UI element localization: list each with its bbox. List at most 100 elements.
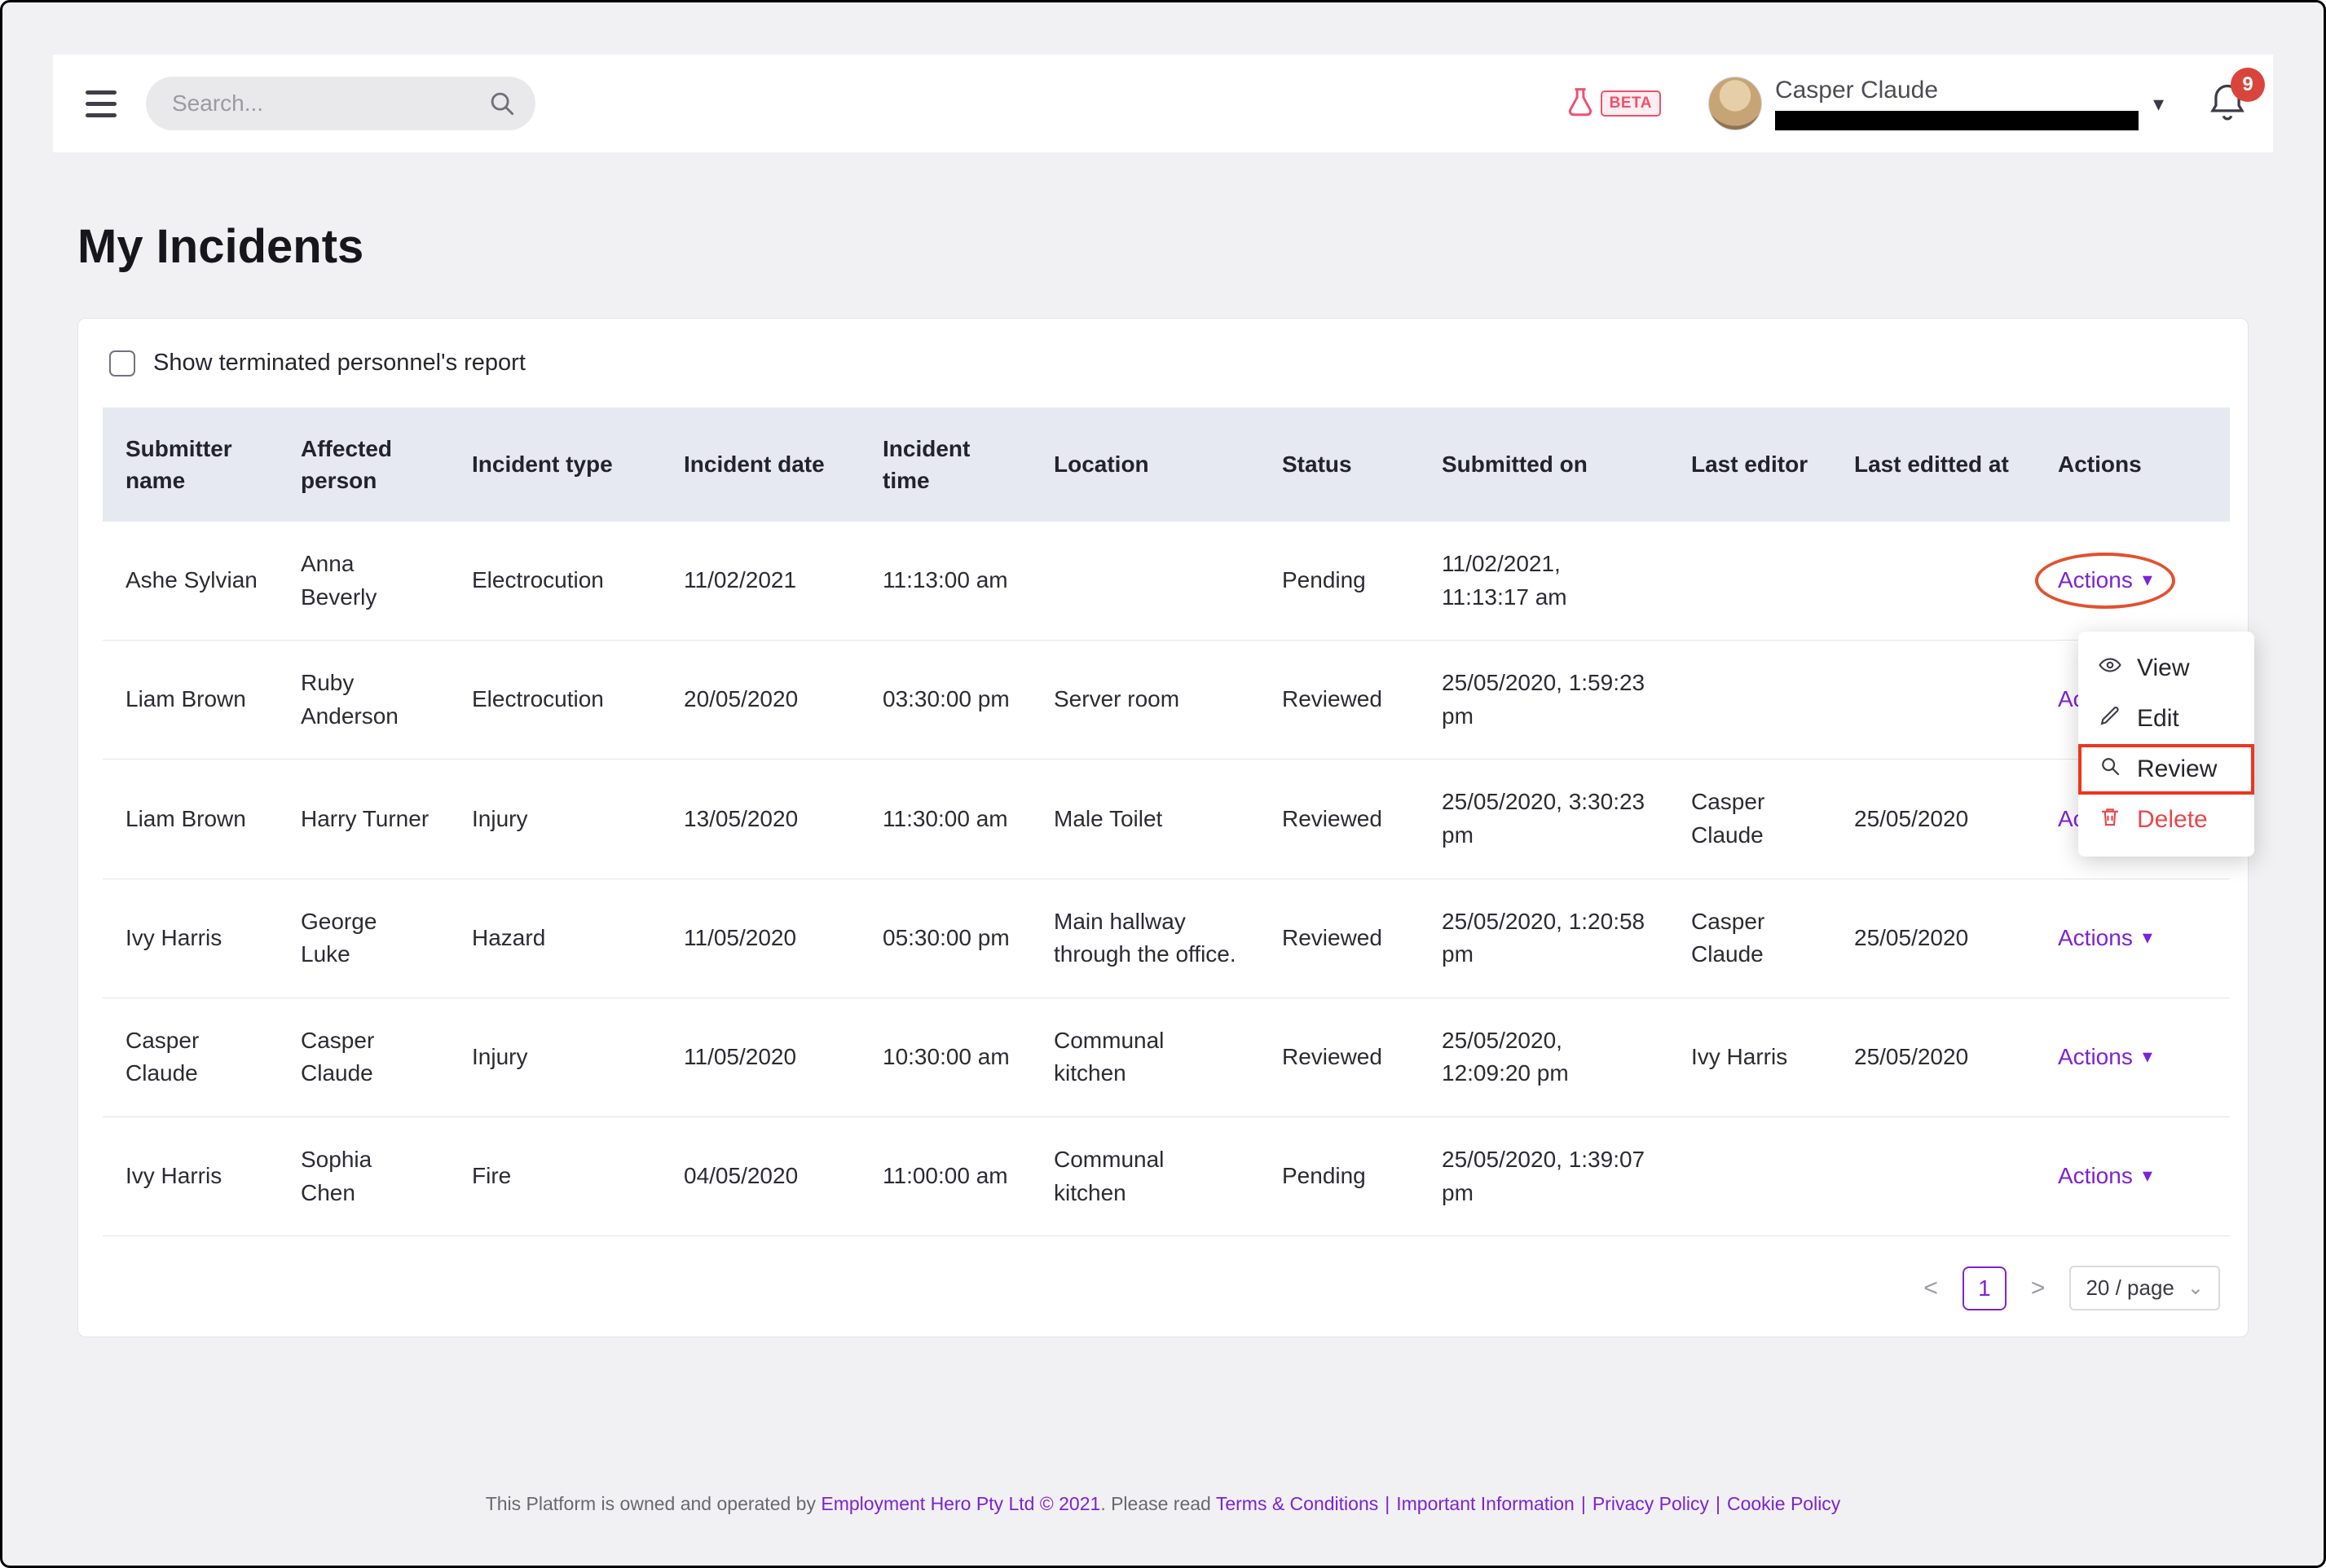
footer-separator: | xyxy=(1716,1493,1720,1514)
cell-submitter-name: Casper Claude xyxy=(103,998,278,1117)
show-terminated-label: Show terminated personnel's report xyxy=(153,350,526,377)
cell-incident-type: Electrocution xyxy=(449,522,661,641)
top-bar: BETA Casper Claude ▾ 9 xyxy=(53,55,2273,152)
menu-item-view[interactable]: View xyxy=(2078,643,2254,694)
show-terminated-row: Show terminated personnel's report xyxy=(109,350,2223,377)
actions-dropdown-menu: View Edit Review xyxy=(2078,632,2254,857)
footer-link-important[interactable]: Important Information xyxy=(1396,1493,1575,1514)
cell-status: Reviewed xyxy=(1259,641,1419,760)
cell-submitted-on: 25/05/2020, 12:09:20 pm xyxy=(1419,998,1668,1117)
cell-status: Pending xyxy=(1259,522,1419,641)
chevron-down-icon[interactable]: ▾ xyxy=(2153,91,2164,117)
next-page-button[interactable]: > xyxy=(2026,1275,2051,1302)
actions-button[interactable]: Actions ▾ xyxy=(2058,922,2152,955)
bell-icon xyxy=(2206,112,2249,126)
show-terminated-checkbox[interactable] xyxy=(109,350,135,377)
cell-submitted-on: 25/05/2020, 1:39:07 pm xyxy=(1419,1117,1668,1235)
cell-affected-person: George Luke xyxy=(278,879,449,998)
search-box xyxy=(146,77,535,130)
table-row: Ivy Harris George Luke Hazard 11/05/2020… xyxy=(103,879,2230,998)
caret-down-icon: ▾ xyxy=(2143,1162,2152,1191)
col-last-edited-at: Last editted at xyxy=(1831,407,2035,522)
cell-affected-person: Anna Beverly xyxy=(278,522,449,641)
page-size-select[interactable]: 20 / page ⌄ xyxy=(2069,1266,2220,1310)
cell-submitted-on: 25/05/2020, 1:20:58 pm xyxy=(1419,879,1668,998)
table-row: Ivy Harris Sophia Chen Fire 04/05/2020 1… xyxy=(103,1117,2230,1235)
col-submitter-name: Submitter name xyxy=(103,407,278,522)
menu-item-delete[interactable]: Delete xyxy=(2078,795,2254,845)
footer-link-company[interactable]: Employment Hero Pty Ltd © 2021 xyxy=(821,1493,1100,1514)
menu-item-review[interactable]: Review xyxy=(2078,744,2254,795)
redacted-text xyxy=(1775,111,2139,130)
footer-link-cookie[interactable]: Cookie Policy xyxy=(1727,1493,1840,1514)
page-number-button[interactable]: 1 xyxy=(1963,1266,2007,1310)
cell-location: Male Toilet xyxy=(1031,760,1259,879)
footer-separator: | xyxy=(1581,1493,1586,1514)
cell-last-editor: Ivy Harris xyxy=(1668,998,1831,1117)
table-row: Liam Brown Ruby Anderson Electrocution 2… xyxy=(103,641,2230,760)
cell-incident-date: 20/05/2020 xyxy=(661,641,860,760)
col-incident-date: Incident date xyxy=(661,407,860,522)
cell-location: Communal kitchen xyxy=(1031,1117,1259,1235)
actions-button[interactable]: Actions ▾ xyxy=(2058,1160,2152,1193)
select-caret-icon: ⌄ xyxy=(2187,1276,2204,1300)
user-block[interactable]: Casper Claude xyxy=(1775,77,2139,130)
cell-last-editor: Casper Claude xyxy=(1668,760,1831,879)
app-window: BETA Casper Claude ▾ 9 My Incidents Show… xyxy=(0,0,2326,1568)
cell-location xyxy=(1031,522,1259,641)
cell-incident-time: 11:00:00 am xyxy=(860,1117,1031,1235)
table-row: Ashe Sylvian Anna Beverly Electrocution … xyxy=(103,522,2230,641)
menu-item-edit[interactable]: Edit xyxy=(2078,694,2254,744)
cell-status: Reviewed xyxy=(1259,760,1419,879)
cell-submitted-on: 25/05/2020, 3:30:23 pm xyxy=(1419,760,1668,879)
beta-feature-toggle[interactable]: BETA xyxy=(1563,85,1661,123)
table-header-row: Submitter name Affected person Incident … xyxy=(103,407,2230,522)
caret-down-icon: ▾ xyxy=(2143,924,2152,953)
incidents-card: Show terminated personnel's report Submi… xyxy=(77,318,2249,1337)
incidents-table: Submitter name Affected person Incident … xyxy=(103,407,2230,1236)
hamburger-menu-icon[interactable] xyxy=(81,86,121,122)
cell-submitter-name: Liam Brown xyxy=(103,641,278,760)
actions-button[interactable]: Actions ▾ xyxy=(2058,564,2152,597)
col-location: Location xyxy=(1031,407,1259,522)
footer-link-privacy[interactable]: Privacy Policy xyxy=(1593,1493,1709,1514)
flask-icon xyxy=(1563,85,1597,123)
cell-last-editor xyxy=(1668,1117,1831,1235)
prev-page-button[interactable]: < xyxy=(1919,1275,1943,1302)
col-incident-type: Incident type xyxy=(449,407,661,522)
pagination: < 1 > 20 / page ⌄ xyxy=(103,1266,2223,1310)
cell-last-editor: Casper Claude xyxy=(1668,879,1831,998)
eye-icon xyxy=(2098,653,2122,684)
page-title: My Incidents xyxy=(77,219,2324,274)
user-name: Casper Claude xyxy=(1775,77,2139,104)
footer-link-terms[interactable]: Terms & Conditions xyxy=(1216,1493,1378,1514)
notifications-button[interactable]: 9 xyxy=(2206,81,2249,127)
cell-affected-person: Casper Claude xyxy=(278,998,449,1117)
cell-last-editor xyxy=(1668,522,1831,641)
cell-submitter-name: Ivy Harris xyxy=(103,1117,278,1235)
cell-incident-time: 11:30:00 am xyxy=(860,760,1031,879)
cell-last-edited-at: 25/05/2020 xyxy=(1831,879,2035,998)
magnifier-icon xyxy=(2098,754,2122,785)
table-row: Liam Brown Harry Turner Injury 13/05/202… xyxy=(103,760,2230,879)
cell-submitted-on: 11/02/2021, 11:13:17 am xyxy=(1419,522,1668,641)
trash-icon xyxy=(2098,804,2122,835)
cell-actions: Actions ▾ xyxy=(2035,879,2230,998)
caret-down-icon: ▾ xyxy=(2143,566,2152,595)
cell-actions: Actions ▾ xyxy=(2035,998,2230,1117)
actions-button[interactable]: Actions ▾ xyxy=(2058,1041,2152,1074)
footer-text: This Platform is owned and operated by xyxy=(486,1493,822,1514)
cell-submitter-name: Ashe Sylvian xyxy=(103,522,278,641)
cell-incident-time: 10:30:00 am xyxy=(860,998,1031,1117)
pencil-icon xyxy=(2098,703,2122,734)
avatar[interactable] xyxy=(1708,77,1762,130)
beta-badge: BETA xyxy=(1601,90,1661,117)
cell-submitter-name: Liam Brown xyxy=(103,760,278,879)
cell-location: Main hallway through the office. xyxy=(1031,879,1259,998)
cell-last-edited-at: 25/05/2020 xyxy=(1831,760,2035,879)
cell-last-edited-at xyxy=(1831,522,2035,641)
cell-incident-type: Fire xyxy=(449,1117,661,1235)
cell-last-edited-at xyxy=(1831,1117,2035,1235)
search-input[interactable] xyxy=(146,90,535,117)
footer: This Platform is owned and operated by E… xyxy=(2,1493,2324,1515)
